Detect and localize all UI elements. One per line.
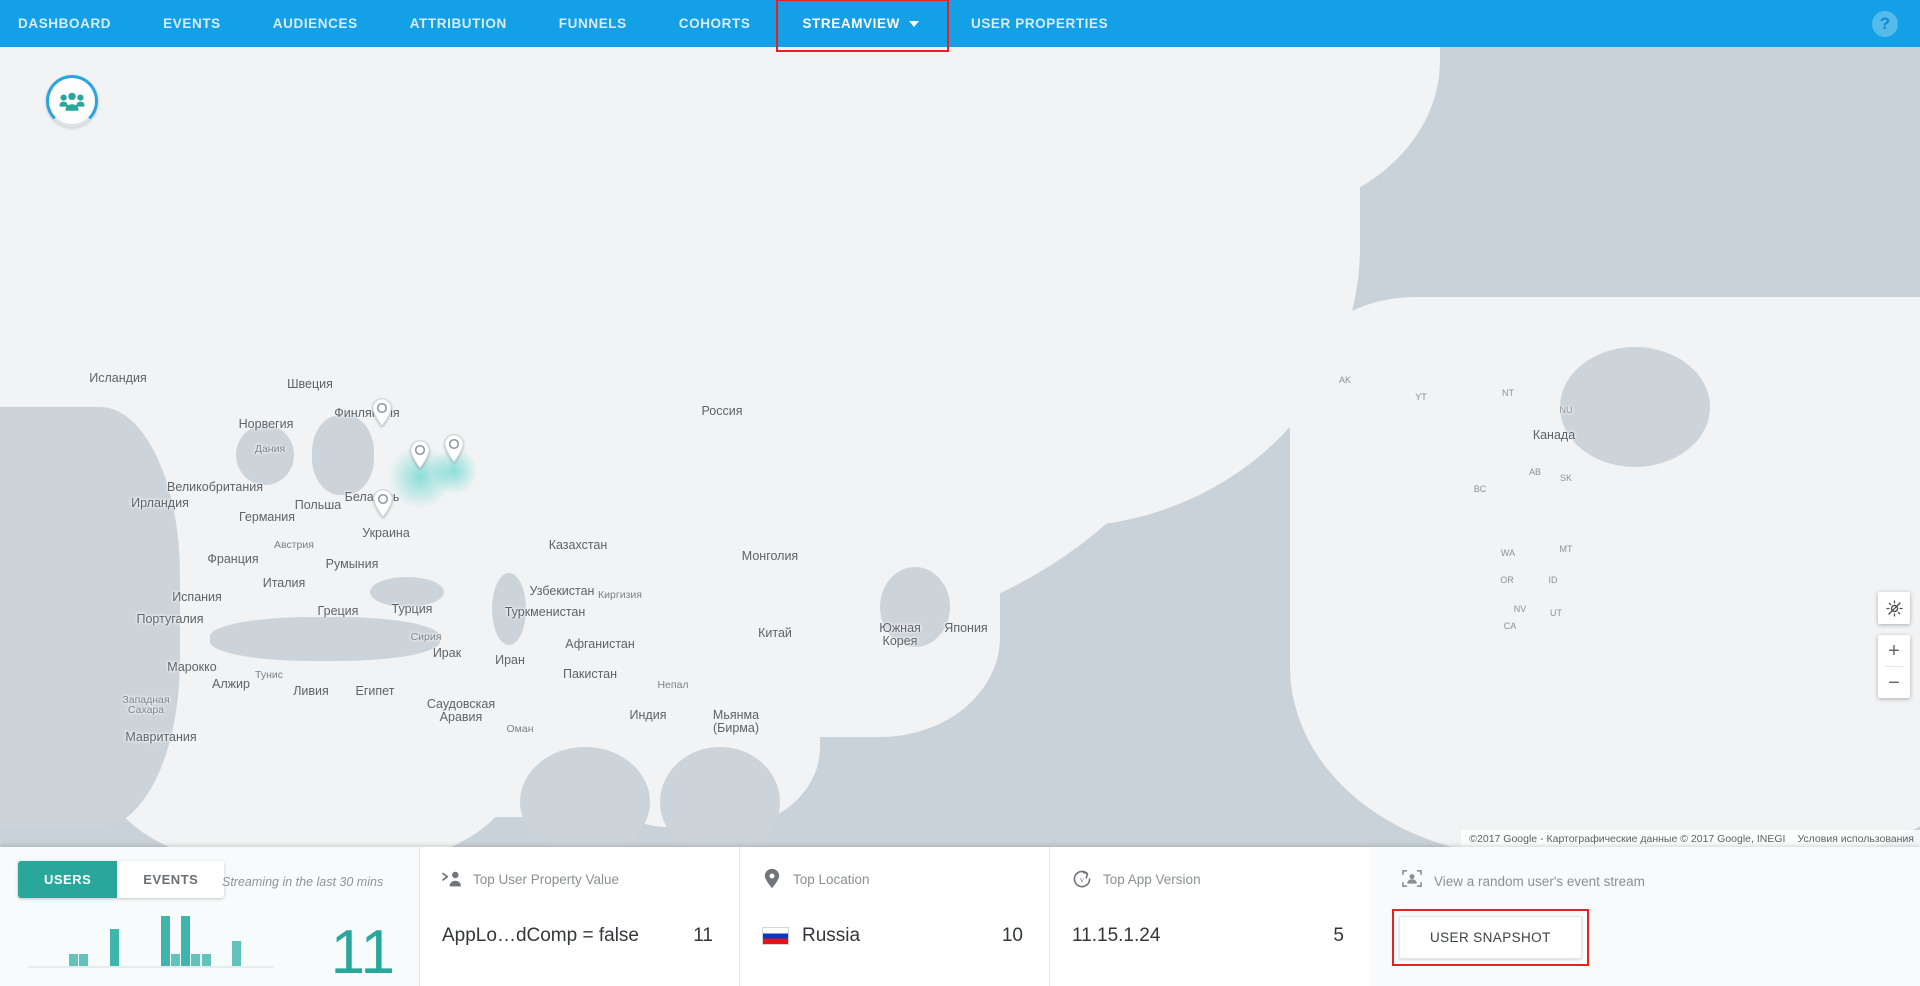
nav-item-label: EVENTS [163,16,221,31]
nav-item-audiences[interactable]: AUDIENCES [247,0,384,47]
nav-item-label: DASHBOARD [18,16,111,31]
map-water-hudson-bay [1560,347,1710,467]
bottom-summary-bar: USERSEVENTS Streaming in the last 30 min… [0,847,1920,986]
nav-item-attribution[interactable]: ATTRIBUTION [384,0,533,47]
zoom-in-button[interactable]: + [1878,635,1910,666]
streaming-note: Streaming in the last 30 mins [222,875,383,889]
user-property-icon [442,869,462,889]
map-landmass-japan [944,587,990,677]
metric-row: AppLo…dComp = false 11 [442,925,713,947]
map-attribution: ©2017 Google - Картографические данные ©… [1461,830,1920,847]
nav-item-funnels[interactable]: FUNNELS [533,0,653,47]
sparkline-bar [110,929,119,967]
help-icon[interactable]: ? [1872,11,1898,37]
brightness-icon[interactable] [1878,592,1910,624]
metric-value-wrap: AppLo…dComp = false [442,925,639,947]
nav-item-events[interactable]: EVENTS [137,0,247,47]
map-location-pin[interactable] [371,397,393,427]
metric-header: v Top App Version [1072,869,1344,889]
streamview-page: DASHBOARD EVENTS AUDIENCES ATTRIBUTION FUNNE… [0,0,1920,986]
terms-of-use-link[interactable]: Условия использования [1797,833,1914,845]
sparkline-bar [79,954,88,967]
sparkline-bar [232,941,241,966]
nav-item-streamview[interactable]: STREAMVIEW [776,0,945,47]
location-pin-icon [762,869,782,889]
metric-value-wrap: 11.15.1.24 [1072,925,1160,947]
zoom-out-button[interactable]: − [1878,667,1910,698]
map-water-mediterranean [210,617,440,661]
users-group-icon[interactable] [46,75,98,127]
metric-row: Russia 10 [762,925,1023,947]
snapshot-button-highlight: USER SNAPSHOT [1392,909,1589,966]
nav-item-label: COHORTS [679,16,751,31]
map-controls: + − [1878,592,1910,698]
metric-title: Top App Version [1103,872,1201,887]
sparkline-bar [69,954,78,967]
metric-cell: Top Location Russia 10 [740,847,1050,986]
metric-value-wrap: Russia [762,925,860,947]
map-water-caspian [492,573,526,645]
metric-value: AppLo…dComp = false [442,925,639,947]
streaming-count: 11 [331,922,395,984]
sparkline-bar [191,954,200,967]
map-water-arabian-sea [520,747,650,847]
sparkline-bar [171,954,180,967]
nav-item-user-properties[interactable]: USER PROPERTIES [945,0,1134,47]
snapshot-title: View a random user's event stream [1434,874,1645,889]
user-scan-icon [1402,869,1422,893]
map-water-black-sea [370,577,444,607]
toggle-users[interactable]: USERS [18,861,117,898]
metric-header: Top Location [762,869,1023,889]
attribution-text: ©2017 Google - Картографические данные ©… [1469,833,1785,845]
chevron-down-icon [909,21,919,27]
russia-flag-icon [762,927,789,945]
metric-count: 5 [1333,925,1344,947]
sparkline-bar [181,916,190,966]
nav-item-label: USER PROPERTIES [971,16,1108,31]
metric-cell: Top User Property Value AppLo…dComp = fal… [420,847,740,986]
map-location-pin[interactable] [409,439,431,469]
map-water-atlantic [0,407,180,827]
streaming-sparkline-chart [28,908,273,968]
top-navigation-bar: DASHBOARD EVENTS AUDIENCES ATTRIBUTION FUNNE… [0,0,1920,47]
map-landmass-iceland [86,359,152,393]
metric-value: Russia [802,925,860,947]
nav-item-label: AUDIENCES [273,16,358,31]
nav-item-cohorts[interactable]: COHORTS [653,0,777,47]
snapshot-header: View a random user's event stream [1402,869,1645,893]
metric-cells: Top User Property Value AppLo…dComp = fal… [420,847,1370,986]
app-version-icon: v [1072,869,1092,889]
map-water-bay-of-bengal [660,747,780,847]
sparkline-bar [161,916,170,966]
sparkline-baseline [28,966,273,968]
metric-count: 11 [693,925,713,947]
user-snapshot-button[interactable]: USER SNAPSHOT [1399,916,1582,959]
toggle-events[interactable]: EVENTS [117,861,224,898]
nav-item-label: FUNNELS [559,16,627,31]
metric-header: Top User Property Value [442,869,713,889]
map-water-north-sea [236,425,294,485]
map-water-baltic [312,415,374,495]
metric-title: Top User Property Value [473,872,619,887]
users-events-toggle: USERSEVENTS [18,861,224,898]
sparkline-bar [202,954,211,967]
svg-text:v: v [1080,875,1085,885]
nav-item-label: STREAMVIEW [802,16,900,31]
metric-cell: v Top App Version 11.15.1.24 5 [1050,847,1370,986]
streaming-panel: USERSEVENTS Streaming in the last 30 min… [0,847,420,986]
world-map[interactable]: ИсландияШвецияНорвегияФинляндияДанияВели… [0,47,1920,847]
user-snapshot-panel: View a random user's event stream USER S… [1370,847,1920,986]
nav-item-dashboard[interactable]: DASHBOARD [0,0,137,47]
metric-row: 11.15.1.24 5 [1072,925,1344,947]
nav-item-label: ATTRIBUTION [410,16,507,31]
map-zoom-controls: + − [1878,635,1910,698]
metric-title: Top Location [793,872,870,887]
metric-value: 11.15.1.24 [1072,925,1160,947]
map-location-pin[interactable] [443,433,465,463]
metric-count: 10 [1002,925,1023,947]
map-water-sea-of-japan [880,567,950,647]
map-location-pin[interactable] [372,488,394,518]
